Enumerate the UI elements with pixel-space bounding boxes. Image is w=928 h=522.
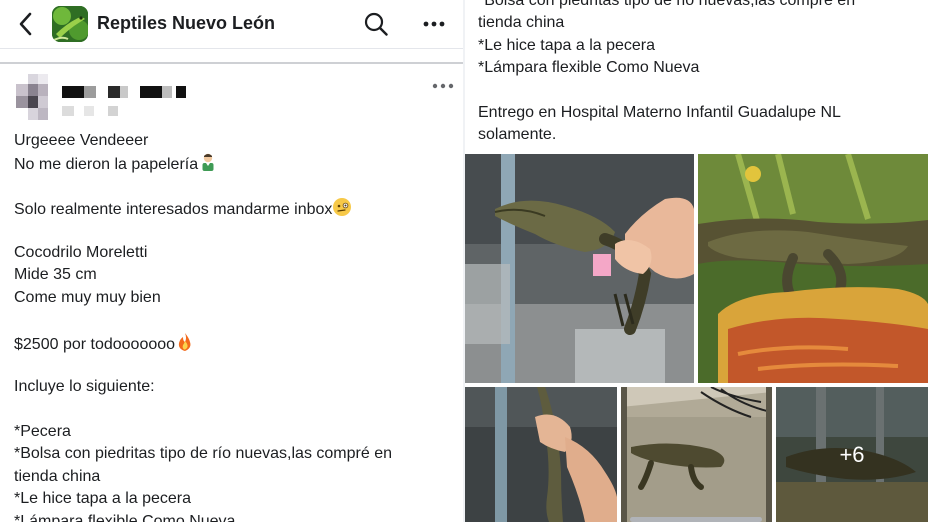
post-line: No me dieron la papelería	[14, 152, 454, 174]
post-line: Cocodrilo Moreletti	[14, 243, 148, 261]
person-emoji-icon	[198, 152, 218, 179]
post-line	[14, 220, 454, 242]
back-arrow-icon	[19, 12, 32, 36]
post-line	[14, 309, 454, 331]
post-line: *Lámpara flexible Como Nueva	[478, 59, 700, 77]
photo-crocodile-rock[interactable]	[698, 154, 928, 383]
header-more-button[interactable]	[421, 12, 447, 36]
photo-crocodile-tank[interactable]	[621, 387, 772, 522]
group-header: Reptiles Nuevo León	[0, 0, 463, 48]
more-photos-count[interactable]: +6	[776, 387, 928, 522]
photo-more-overlay[interactable]: +6	[776, 387, 928, 522]
post-line: tienda china	[478, 14, 565, 32]
left-panel: Reptiles Nuevo León Urgeeee Vendeeer No …	[0, 0, 463, 522]
post-line: *Lámpara flexible Como Nueva	[14, 512, 236, 522]
post-line: *Bolsa con piedritas tipo de rio nuevas,…	[478, 0, 856, 9]
feed-divider	[0, 62, 463, 64]
header-divider	[0, 48, 463, 49]
group-avatar[interactable]	[52, 6, 88, 42]
right-panel: *Bolsa con piedritas tipo de rio nuevas,…	[465, 0, 928, 522]
post-more-button[interactable]	[430, 78, 456, 94]
post-line	[14, 399, 454, 421]
group-title[interactable]: Reptiles Nuevo León	[97, 13, 275, 34]
search-button[interactable]	[363, 11, 389, 37]
author-name-censored[interactable]	[60, 82, 200, 120]
post-line	[478, 80, 918, 102]
post-line: Mide 35 cm	[14, 266, 97, 284]
fire-emoji-icon	[175, 332, 195, 359]
face-emoji-icon	[332, 197, 352, 224]
post-line: *Bolsa con piedritas tipo de río nuevas,…	[14, 445, 392, 463]
post-text: Urgeeee Vendeeer No me dieron la papeler…	[14, 130, 454, 522]
post-line: Urgeeee Vendeeer	[14, 132, 149, 149]
post-line: *Pecera	[14, 423, 71, 441]
post-line: solamente.	[478, 126, 557, 144]
post-line: *Le hice tapa a la pecera	[14, 490, 192, 508]
scroll-indicator	[630, 517, 762, 522]
post-line	[14, 354, 454, 376]
post-line	[14, 175, 454, 197]
more-options-icon	[423, 21, 445, 27]
post-text-continued: *Bolsa con piedritas tipo de rio nuevas,…	[478, 0, 918, 147]
photo-crocodile-held[interactable]	[465, 154, 694, 383]
post-line: Solo realmente interesados mandarme inbo…	[14, 197, 454, 219]
post-line: *Le hice tapa a la pecera	[478, 36, 656, 54]
post-line: Entrego en Hospital Materno Infantil Gua…	[478, 103, 841, 121]
search-icon	[364, 12, 388, 36]
more-options-icon	[432, 83, 454, 89]
photo-crocodile-hand[interactable]	[465, 387, 617, 522]
post-line: Come muy muy bien	[14, 288, 161, 306]
post-line: $2500 por todooooooo	[14, 332, 454, 354]
post-line: Incluye lo siguiente:	[14, 378, 155, 396]
back-button[interactable]	[14, 11, 38, 37]
post-line: tienda china	[14, 467, 101, 485]
author-avatar-censored[interactable]	[16, 74, 54, 120]
